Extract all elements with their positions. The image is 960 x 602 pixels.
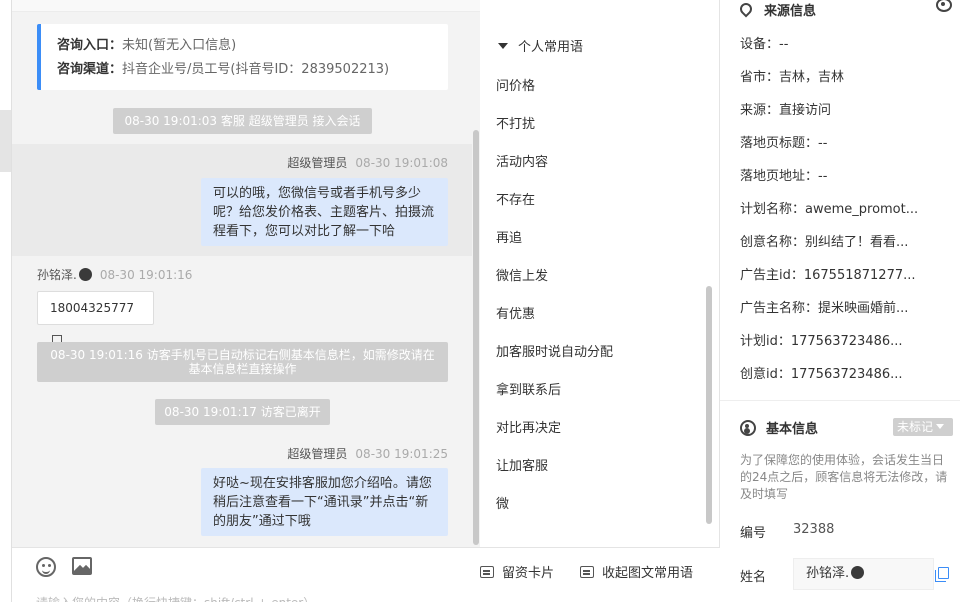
source-row: 落地页地址：-- bbox=[740, 169, 828, 184]
source-row: 计划id：177563723486... bbox=[740, 334, 903, 349]
lead-card-button[interactable]: 留资卡片 bbox=[480, 562, 554, 581]
tag-dropdown[interactable]: 未标记 bbox=[893, 418, 953, 436]
chat-panel: 咨询入口：未知(暂无入口信息) 咨询渠道：抖音企业号/员工号(抖音号ID：283… bbox=[0, 0, 480, 602]
chat-scrollbar[interactable] bbox=[473, 130, 479, 545]
sender-name: 超级管理员 bbox=[287, 156, 348, 170]
system-phone-notice: 08-30 19:01:16 访客手机号已自动标记右侧基本信息栏，如需修改请在基… bbox=[37, 342, 448, 382]
phrases-footer: 留资卡片 收起图文常用语 bbox=[480, 547, 720, 602]
name-label: 姓名 bbox=[740, 570, 767, 585]
entry-row: 咨询入口：未知(暂无入口信息) bbox=[57, 34, 432, 58]
basic-info-title: 基本信息 bbox=[740, 418, 818, 437]
user-icon bbox=[740, 420, 756, 436]
copy-icon[interactable] bbox=[935, 567, 949, 582]
lead-card-label: 留资卡片 bbox=[502, 566, 555, 581]
source-row: 计划名称：aweme_promot... bbox=[740, 202, 919, 217]
phrase-group-header[interactable]: 个人常用语 bbox=[498, 36, 583, 55]
location-pin-icon bbox=[737, 0, 755, 18]
sender-name: 孙铭泽. bbox=[37, 268, 92, 282]
message-input-area[interactable]: 请输入您的内容（换行快捷键：shift/ctrl + enter） bbox=[12, 547, 480, 602]
visitor-phone-text: 18004325777 bbox=[50, 301, 134, 315]
agent-message-bubble: 可以的哦，您微信号或者手机号多少呢？给您发价格表、主题客片、拍摄流程看下，您可以… bbox=[201, 178, 448, 246]
source-row: 省市：吉林，吉林 bbox=[740, 70, 845, 85]
source-row: 广告主id：167551871277... bbox=[740, 268, 916, 283]
message-input-placeholder[interactable]: 请输入您的内容（换行快捷键：shift/ctrl + enter） bbox=[36, 594, 315, 602]
entry-key: 咨询入口： bbox=[57, 38, 123, 53]
section-divider bbox=[720, 400, 960, 401]
message-meta: 孙铭泽. 08-30 19:01:16 bbox=[37, 266, 192, 283]
emoji-avatar-icon bbox=[78, 268, 92, 281]
message-card-icon bbox=[580, 566, 594, 578]
collapse-phrases-button[interactable]: 收起图文常用语 bbox=[580, 562, 693, 581]
emoji-avatar-icon bbox=[851, 566, 865, 579]
source-row: 来源：直接访问 bbox=[740, 103, 832, 118]
channel-row: 咨询渠道：抖音企业号/员工号(抖音号ID：2839502213) bbox=[57, 58, 432, 82]
eye-icon[interactable] bbox=[936, 0, 952, 12]
chat-messages[interactable]: 咨询入口：未知(暂无入口信息) 咨询渠道：抖音企业号/员工号(抖音号ID：283… bbox=[12, 0, 480, 547]
phrase-item[interactable]: 加客服时说自动分配 bbox=[496, 334, 704, 372]
caret-down-icon bbox=[498, 43, 508, 49]
sender-name: 超级管理员 bbox=[287, 447, 348, 461]
phrase-item[interactable]: 对比再决定 bbox=[496, 410, 704, 448]
image-icon[interactable] bbox=[72, 557, 92, 575]
phrase-item[interactable]: 微 bbox=[496, 486, 704, 524]
phrase-item[interactable]: 问价格 bbox=[496, 68, 704, 106]
phrase-group-title: 个人常用语 bbox=[518, 40, 584, 55]
source-info-list: 设备：-- 省市：吉林，吉林 来源：直接访问 落地页标题：-- 落地页地址：--… bbox=[740, 28, 950, 391]
source-row: 广告主名称：提米映画婚前... bbox=[740, 301, 909, 316]
source-info-title: 来源信息 bbox=[737, 0, 816, 19]
visitor-message-bubble: 18004325777 bbox=[37, 291, 154, 345]
message-card-icon bbox=[480, 566, 494, 578]
phrases-panel: 个人常用语 问价格 不打扰 活动内容 不存在 再追 微信上发 有优惠 加客服时说… bbox=[480, 0, 720, 602]
agent-message-bubble: 好哒~现在安排客服加您介绍哈。请您稍后注意查看一下“通讯录”并点击“新的朋友”通… bbox=[201, 468, 448, 536]
edit-notice: 为了保障您的使用体验，会话发生当日的24点之后，顾客信息将无法修改，请及时填写 bbox=[740, 453, 948, 501]
source-row: 创意id：177563723486... bbox=[740, 367, 903, 382]
name-field[interactable]: 孙铭泽. bbox=[793, 558, 934, 590]
source-row: 创意名称：别纠结了！看看... bbox=[740, 235, 909, 250]
phrase-item[interactable]: 活动内容 bbox=[496, 144, 704, 182]
source-row: 设备：-- bbox=[740, 37, 789, 52]
entry-value: 未知(暂无入口信息) bbox=[122, 38, 237, 53]
phrase-item[interactable]: 拿到联系后 bbox=[496, 372, 704, 410]
system-leave-notice: 08-30 19:01:17 访客已离开 bbox=[155, 399, 330, 425]
emoji-icon[interactable] bbox=[36, 557, 56, 577]
id-value: 32388 bbox=[793, 522, 835, 537]
channel-value: 抖音企业号/员工号(抖音号ID：2839502213) bbox=[122, 62, 390, 77]
info-panel: 来源信息 设备：-- 省市：吉林，吉林 来源：直接访问 落地页标题：-- 落地页… bbox=[720, 0, 960, 602]
name-value: 孙铭泽. bbox=[806, 566, 850, 581]
system-join-notice: 08-30 19:01:03 客服 超级管理员 接入会话 bbox=[113, 108, 372, 134]
id-label: 编号 bbox=[740, 526, 767, 541]
phrase-item[interactable]: 微信上发 bbox=[496, 258, 704, 296]
phrase-item[interactable]: 让加客服 bbox=[496, 448, 704, 486]
channel-key: 咨询渠道： bbox=[57, 62, 123, 77]
tag-label: 未标记 bbox=[897, 420, 934, 434]
message-meta: 超级管理员 08-30 19:01:08 bbox=[287, 154, 448, 171]
phrase-item[interactable]: 不打扰 bbox=[496, 106, 704, 144]
phrase-item[interactable]: 不存在 bbox=[496, 182, 704, 220]
source-row: 落地页标题：-- bbox=[740, 136, 828, 151]
phrase-item[interactable]: 再追 bbox=[496, 220, 704, 258]
chat-top-bar bbox=[12, 0, 480, 12]
message-meta: 超级管理员 08-30 19:01:25 bbox=[287, 445, 448, 462]
message-time: 08-30 19:01:25 bbox=[355, 447, 448, 461]
phrase-list: 问价格 不打扰 活动内容 不存在 再追 微信上发 有优惠 加客服时说自动分配 拿… bbox=[496, 68, 704, 524]
entry-info-card: 咨询入口：未知(暂无入口信息) 咨询渠道：抖音企业号/员工号(抖音号ID：283… bbox=[37, 24, 448, 90]
message-time: 08-30 19:01:16 bbox=[99, 268, 193, 282]
caret-down-icon bbox=[936, 424, 945, 429]
phrases-scrollbar[interactable] bbox=[706, 286, 712, 524]
message-time: 08-30 19:01:08 bbox=[355, 156, 448, 170]
collapse-phrases-label: 收起图文常用语 bbox=[602, 566, 694, 581]
phrase-item[interactable]: 有优惠 bbox=[496, 296, 704, 334]
